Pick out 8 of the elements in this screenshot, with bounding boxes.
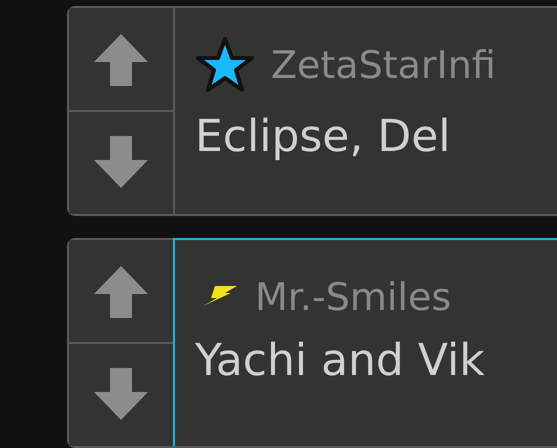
post-title: Eclipse, Del — [195, 110, 452, 162]
post-body[interactable]: Mr.-Smiles Yachi and Vik — [173, 238, 557, 446]
author-name: ZetaStarInfi — [271, 42, 496, 86]
post-title: Yachi and Vik — [195, 334, 486, 386]
downvote-button[interactable] — [69, 110, 173, 214]
downvote-button[interactable] — [69, 342, 173, 446]
post-body[interactable]: ZetaStarInfi Eclipse, Del — [173, 6, 557, 214]
author-name: Mr.-Smiles — [255, 274, 452, 318]
